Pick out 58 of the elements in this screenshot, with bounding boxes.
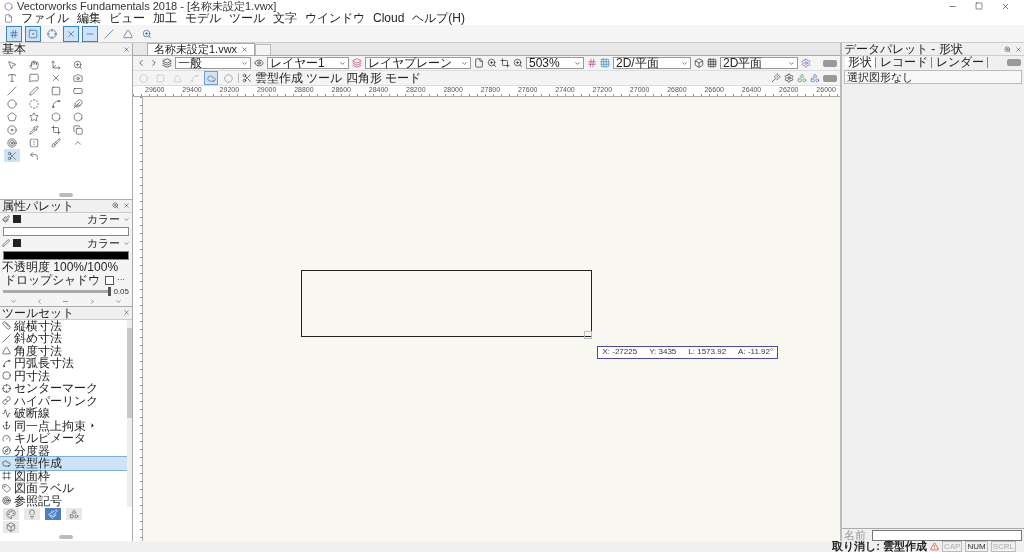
menu-item[interactable]: 加工 [153, 12, 177, 25]
opacity-label: 不透明度 100%/100% [1, 260, 120, 274]
tool-list-item[interactable]: 縦横寸法 [0, 319, 127, 332]
palette-title: 属性パレット [2, 199, 74, 212]
selection-field: 選択図形なし [844, 70, 1022, 84]
menu-item[interactable]: ヘルプ(H) [412, 12, 466, 25]
tool-list-item[interactable]: 斜め寸法 [0, 332, 127, 345]
tool-list-item[interactable]: キルビメータ [0, 432, 127, 445]
tool-list-item[interactable]: 雲型作成 [0, 457, 127, 470]
tool-list-item[interactable]: 円弧長寸法 [0, 357, 127, 370]
tool-list-item[interactable]: センターマーク [0, 382, 127, 395]
palette-tab[interactable]: レンダー [933, 57, 988, 68]
window-title: Vectorworks Fundamentals 2018 - [名称未設定1.vwx] [17, 0, 277, 12]
angle-value: A: -11.92° [738, 347, 774, 358]
menu-item[interactable]: ビュー [109, 12, 145, 25]
menu-item[interactable]: 編集 [77, 12, 101, 25]
name-label: 名前 [844, 529, 866, 541]
tool-list-item[interactable]: 円寸法 [0, 369, 127, 382]
key-indicator: SCRL [990, 541, 1016, 552]
x-coordinate: X: -27225 [602, 347, 638, 358]
tool-list-item[interactable]: 図面ラベル [0, 482, 127, 495]
key-indicator: NUM [965, 541, 988, 552]
tool-list-item[interactable]: 角度寸法 [0, 344, 127, 357]
layer-dropdown[interactable]: レイヤー1 [267, 57, 349, 69]
palette-tab[interactable]: 形状 [845, 57, 876, 68]
menu-item[interactable]: ツール [229, 12, 265, 25]
view-dropdown[interactable]: 2D/平面 [613, 57, 691, 69]
line-weight-value: 0.05 [113, 286, 129, 297]
palette-title: ツールセット [2, 306, 74, 319]
status-message: 取り消し: 雲型作成 [832, 541, 927, 552]
tool-list-item[interactable]: 破断線 [0, 407, 127, 420]
drawing-canvas[interactable]: X: -27225 Y: 3435 L: 1573.92 A: -11.92° [143, 97, 840, 541]
zoom-dropdown[interactable]: 503% [526, 57, 584, 69]
palette-title: データパレット - 形状 [844, 43, 963, 55]
class-dropdown[interactable]: 一般 [175, 57, 251, 69]
menu-item[interactable]: ウインドウ [305, 12, 365, 25]
tool-list-item[interactable]: ハイパーリンク [0, 394, 127, 407]
pen-style-label[interactable]: カラー [87, 237, 120, 249]
fill-style-label[interactable]: カラー [87, 213, 120, 225]
length-value: L: 1573.92 [688, 347, 727, 358]
key-indicator: CAP [942, 541, 963, 552]
tool-list-item[interactable]: 分度器 [0, 444, 127, 457]
menu-item[interactable]: 文字 [273, 12, 297, 25]
menu-item[interactable]: モデル [185, 12, 221, 25]
menu-item[interactable]: Cloud [373, 12, 405, 25]
tool-list-item[interactable]: 参照記号 [0, 494, 127, 507]
tool-list-item[interactable]: 同一点上拘束 [0, 419, 127, 432]
palette-tab[interactable]: レコード [877, 57, 932, 68]
menu-item[interactable]: ファイル [21, 12, 69, 25]
mode-hint: 雲型作成 ツール 四角形 モード [255, 72, 421, 84]
render-dropdown[interactable]: 2D平面 [720, 57, 798, 69]
tool-list-item[interactable]: 図面枠 [0, 469, 127, 482]
y-coordinate: Y: 3435 [649, 347, 677, 358]
document-tab[interactable]: 名称未設定1.vwx [147, 43, 256, 55]
more-button[interactable]: ··· [117, 275, 125, 285]
plane-dropdown[interactable]: レイヤプレーン [365, 57, 471, 69]
palette-title: 基本 [2, 43, 26, 55]
drop-shadow-label: ドロップシャドウ [4, 273, 101, 287]
